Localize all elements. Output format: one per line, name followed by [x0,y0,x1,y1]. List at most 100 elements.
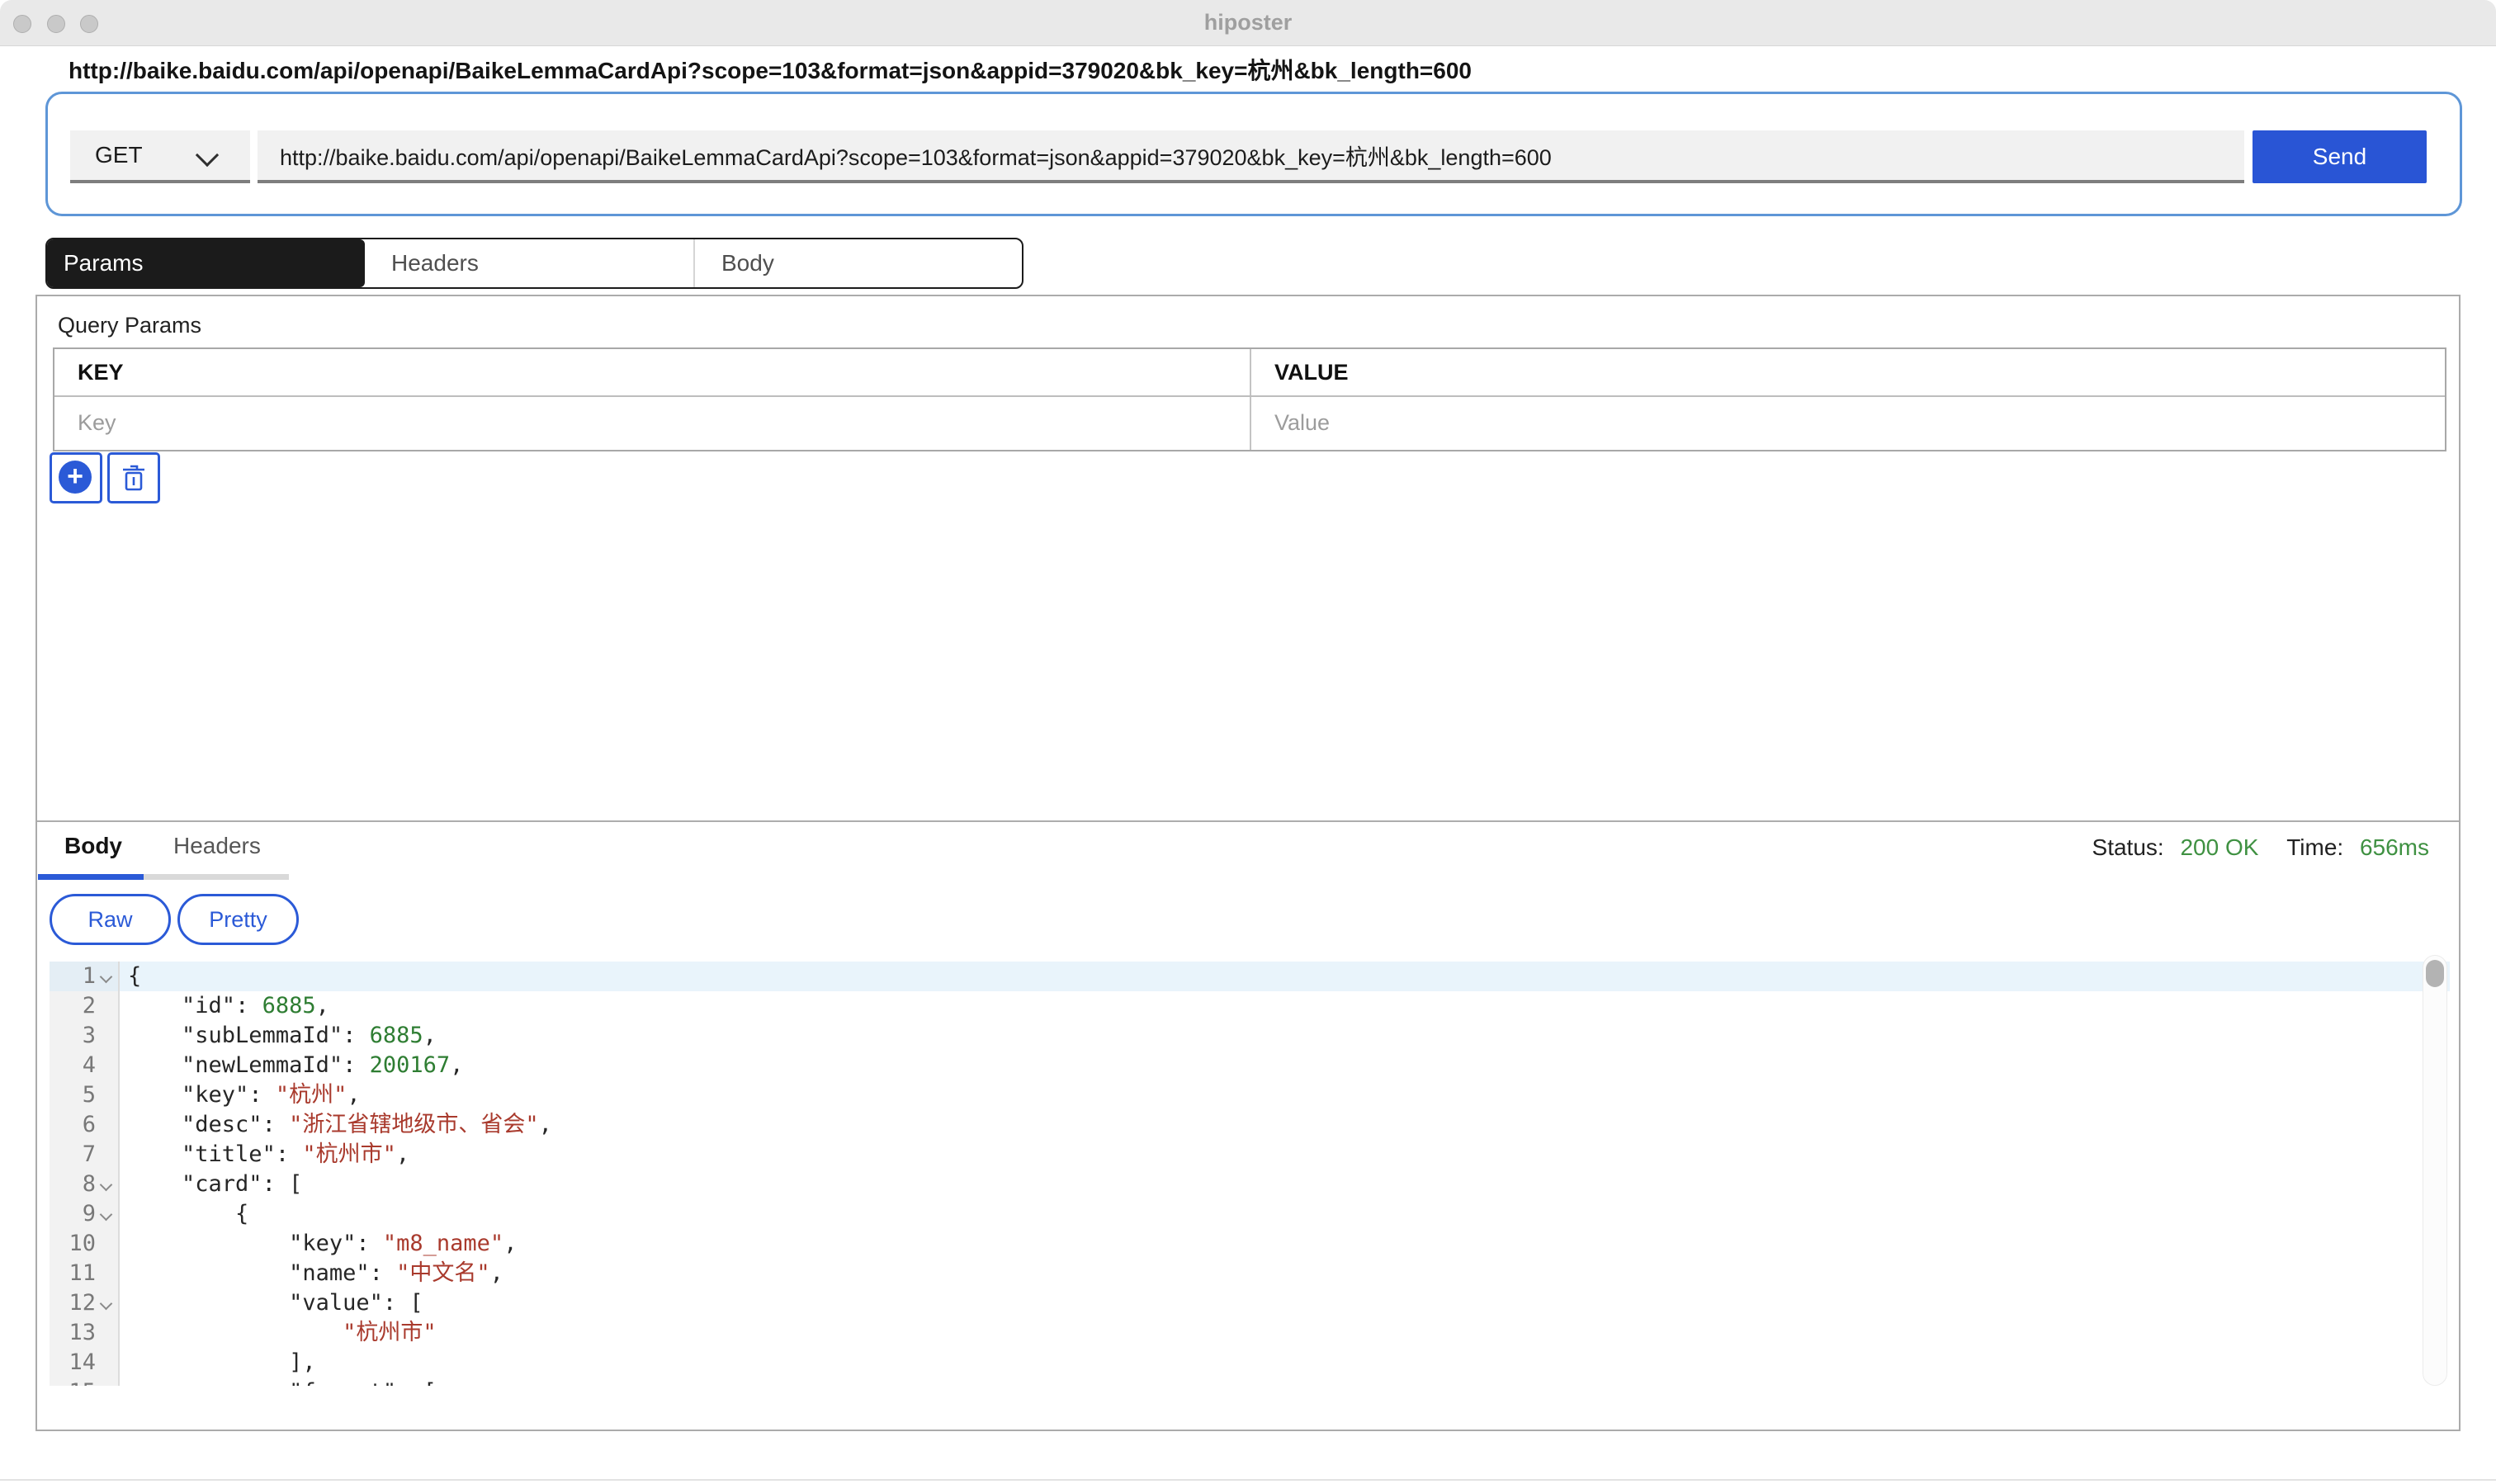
plus-icon: + [59,461,92,494]
query-params-table: KEY VALUE [53,347,2446,451]
editor-scrollbar-thumb[interactable] [2426,960,2444,987]
code-line[interactable]: 10 "key": "m8_name", [50,1229,2450,1259]
code-line[interactable]: 14 ], [50,1348,2450,1378]
time-value: 656ms [2360,834,2429,860]
tab-params[interactable]: Params [47,239,365,287]
code-line[interactable]: 4 "newLemmaId": 200167, [50,1051,2450,1080]
line-number: 8 [50,1170,96,1199]
response-tab-body[interactable]: Body [64,833,122,859]
request-url-input[interactable] [258,130,2244,183]
line-number-gutter: 10 [50,1229,120,1259]
code-line[interactable]: 6 "desc": "浙江省辖地级市、省会", [50,1110,2450,1140]
code-line[interactable]: 2 "id": 6885, [50,991,2450,1021]
line-number-gutter: 2 [50,991,120,1021]
code-line-text: "id": 6885, [120,991,2450,1021]
code-line-text: { [120,962,2450,991]
fold-chevron-down-icon[interactable] [100,1179,113,1192]
code-line-text: "key": "m8_name", [120,1229,2450,1259]
line-number-gutter: 6 [50,1110,120,1140]
line-number: 2 [50,991,96,1021]
line-number: 15 [50,1378,96,1386]
code-line[interactable]: 13 "杭州市" [50,1318,2450,1348]
param-key-input[interactable] [54,397,1155,448]
line-number-gutter: 15 [50,1378,120,1386]
line-number: 13 [50,1318,96,1348]
fold-chevron-down-icon[interactable] [100,1297,113,1311]
line-number: 7 [50,1140,96,1170]
window-title: hiposter [0,0,2496,45]
line-number: 9 [50,1199,96,1229]
main-panel: Query Params KEY VALUE + [35,295,2461,1431]
panel-separator [37,820,2459,822]
send-button[interactable]: Send [2253,130,2427,183]
code-line[interactable]: 9 { [50,1199,2450,1229]
code-line[interactable]: 15 "format": [ [50,1378,2450,1386]
code-line-text: "newLemmaId": 200167, [120,1051,2450,1080]
status-value: 200 OK [2180,834,2258,860]
line-number-gutter: 4 [50,1051,120,1080]
fold-chevron-down-icon[interactable] [100,1208,113,1222]
code-line[interactable]: 12 "value": [ [50,1288,2450,1318]
tab-body[interactable]: Body [695,239,1022,287]
line-number: 11 [50,1259,96,1288]
code-line[interactable]: 11 "name": "中文名", [50,1259,2450,1288]
raw-view-button[interactable]: Raw [50,894,171,945]
line-number-gutter: 1 [50,962,120,991]
code-line-text: "subLemmaId": 6885, [120,1021,2450,1051]
code-line-text: "desc": "浙江省辖地级市、省会", [120,1110,2450,1140]
hiposter-window: hiposter http://baike.baidu.com/api/open… [0,0,2496,1484]
code-line-text: "value": [ [120,1288,2450,1318]
param-value-input[interactable] [1251,397,2350,448]
request-url-heading: http://baike.baidu.com/api/openapi/Baike… [69,53,1472,86]
code-line[interactable]: 1{ [50,962,2450,991]
http-method-select[interactable]: GET [70,130,250,183]
code-line-text: "key": "杭州", [120,1080,2450,1110]
pretty-view-button[interactable]: Pretty [177,894,299,945]
line-number-gutter: 11 [50,1259,120,1288]
code-line-text: { [120,1199,2450,1229]
editor-scrollbar-track[interactable] [2423,955,2447,1386]
query-params-title: Query Params [58,313,201,338]
response-status-line: Status: 200 OK Time: 656ms [2092,834,2429,861]
line-number-gutter: 13 [50,1318,120,1348]
http-method-value: GET [95,130,143,180]
code-line-text: "杭州市" [120,1318,2450,1348]
response-tab-headers[interactable]: Headers [173,833,261,859]
trash-icon [121,463,147,493]
active-tab-underline [38,874,144,880]
code-line[interactable]: 3 "subLemmaId": 6885, [50,1021,2450,1051]
line-number: 12 [50,1288,96,1318]
window-bottom-edge [0,1479,2496,1481]
tab-headers[interactable]: Headers [365,239,695,287]
response-body-editor[interactable]: 1{2 "id": 6885,3 "subLemmaId": 6885,4 "n… [50,955,2450,1386]
line-number-gutter: 12 [50,1288,120,1318]
code-line-text: ], [120,1348,2450,1378]
add-param-button[interactable]: + [50,452,102,503]
key-column-header: KEY [54,349,1251,395]
value-column-header: VALUE [1251,349,2445,395]
code-line-text: "name": "中文名", [120,1259,2450,1288]
code-line-text: "card": [ [120,1170,2450,1199]
line-number-gutter: 14 [50,1348,120,1378]
line-number: 3 [50,1021,96,1051]
code-line[interactable]: 7 "title": "杭州市", [50,1140,2450,1170]
code-line-text: "format": [ [120,1378,2450,1386]
window-titlebar: hiposter [0,0,2496,46]
request-tabs: Params Headers Body [45,238,1023,289]
line-number: 4 [50,1051,96,1080]
code-line[interactable]: 8 "card": [ [50,1170,2450,1199]
line-number: 5 [50,1080,96,1110]
table-row [54,397,2445,450]
inactive-tab-underline [144,874,289,880]
line-number: 10 [50,1229,96,1259]
table-header-row: KEY VALUE [54,349,2445,397]
line-number-gutter: 9 [50,1199,120,1229]
time-label: Time: [2286,834,2343,860]
line-number-gutter: 5 [50,1080,120,1110]
fold-chevron-down-icon[interactable] [100,971,113,984]
line-number: 6 [50,1110,96,1140]
line-number: 14 [50,1348,96,1378]
code-line[interactable]: 5 "key": "杭州", [50,1080,2450,1110]
line-number-gutter: 7 [50,1140,120,1170]
delete-param-button[interactable] [107,452,160,503]
